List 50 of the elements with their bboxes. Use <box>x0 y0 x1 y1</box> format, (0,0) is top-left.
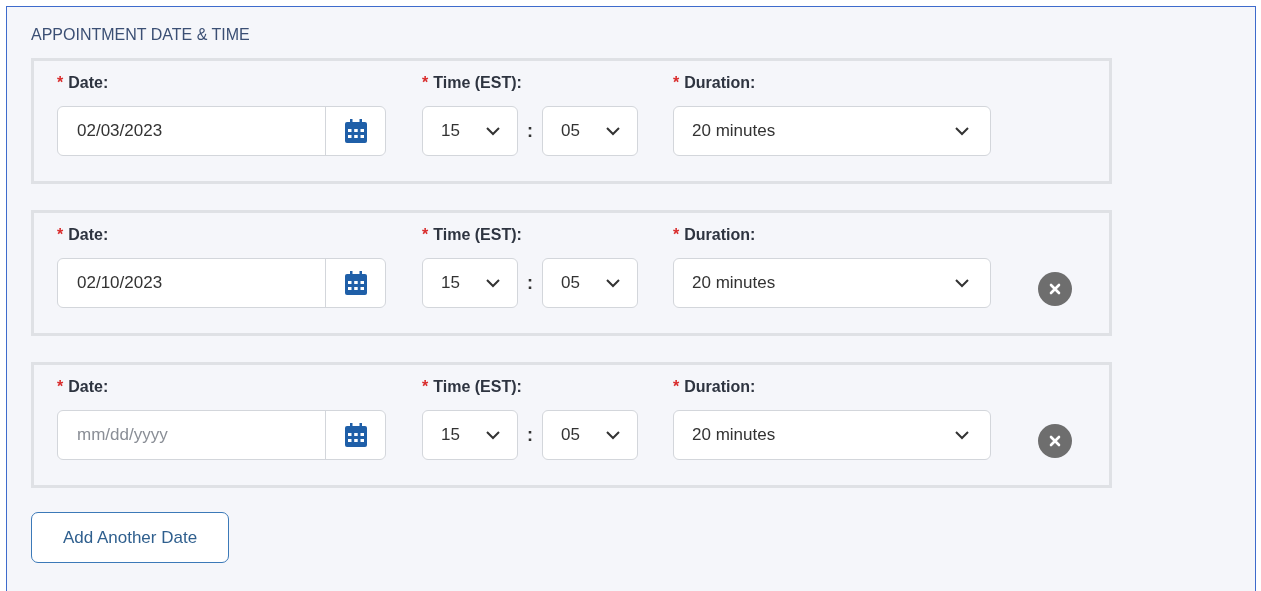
required-mark: * <box>422 74 429 93</box>
calendar-icon <box>344 271 367 295</box>
chevron-down-icon <box>954 278 970 288</box>
chevron-down-icon <box>485 278 501 288</box>
close-icon <box>1049 283 1061 295</box>
field-label: Duration: <box>684 226 756 245</box>
chevron-down-icon <box>954 126 970 136</box>
close-icon <box>1049 435 1061 447</box>
select-field[interactable]: 05 <box>542 410 638 460</box>
time-separator: : <box>527 424 533 446</box>
required-mark: * <box>673 226 680 245</box>
chevron-down-icon <box>605 430 621 440</box>
select-field[interactable]: 15 <box>422 258 518 308</box>
chevron-down-icon <box>605 126 621 136</box>
required-mark: * <box>673 378 680 397</box>
remove-button[interactable] <box>1038 424 1072 458</box>
required-mark: * <box>57 74 64 93</box>
field-label: Duration: <box>684 378 756 397</box>
chevron-down-icon <box>485 430 501 440</box>
field-label: Date: <box>68 74 109 93</box>
field-label: Duration: <box>684 74 756 93</box>
select-field[interactable]: 15 <box>422 106 518 156</box>
time-separator: : <box>527 120 533 142</box>
select-field[interactable]: 20 minutes <box>673 258 991 308</box>
required-mark: * <box>422 378 429 397</box>
remove-button[interactable] <box>1038 272 1072 306</box>
date-field[interactable]: 02/10/2023 <box>57 258 386 308</box>
required-mark: * <box>57 378 64 397</box>
select-field[interactable]: 20 minutes <box>673 106 991 156</box>
required-mark: * <box>422 226 429 245</box>
required-mark: * <box>57 226 64 245</box>
calendar-icon <box>344 423 367 447</box>
time-separator: : <box>527 272 533 294</box>
field-label: Time (EST): <box>433 378 522 397</box>
chevron-down-icon <box>485 126 501 136</box>
add-date-button[interactable]: Add Another Date <box>31 512 229 563</box>
chevron-down-icon <box>954 430 970 440</box>
section-title: APPOINTMENT DATE & TIME <box>31 26 250 44</box>
select-field[interactable]: 05 <box>542 258 638 308</box>
select-field[interactable]: 15 <box>422 410 518 460</box>
date-field[interactable]: 02/03/2023 <box>57 106 386 156</box>
chevron-down-icon <box>605 278 621 288</box>
field-label: Time (EST): <box>433 226 522 245</box>
calendar-icon <box>344 119 367 143</box>
select-field[interactable]: 20 minutes <box>673 410 991 460</box>
field-label: Time (EST): <box>433 74 522 93</box>
field-label: Date: <box>68 378 109 397</box>
field-label: Date: <box>68 226 109 245</box>
select-field[interactable]: 05 <box>542 106 638 156</box>
required-mark: * <box>673 74 680 93</box>
